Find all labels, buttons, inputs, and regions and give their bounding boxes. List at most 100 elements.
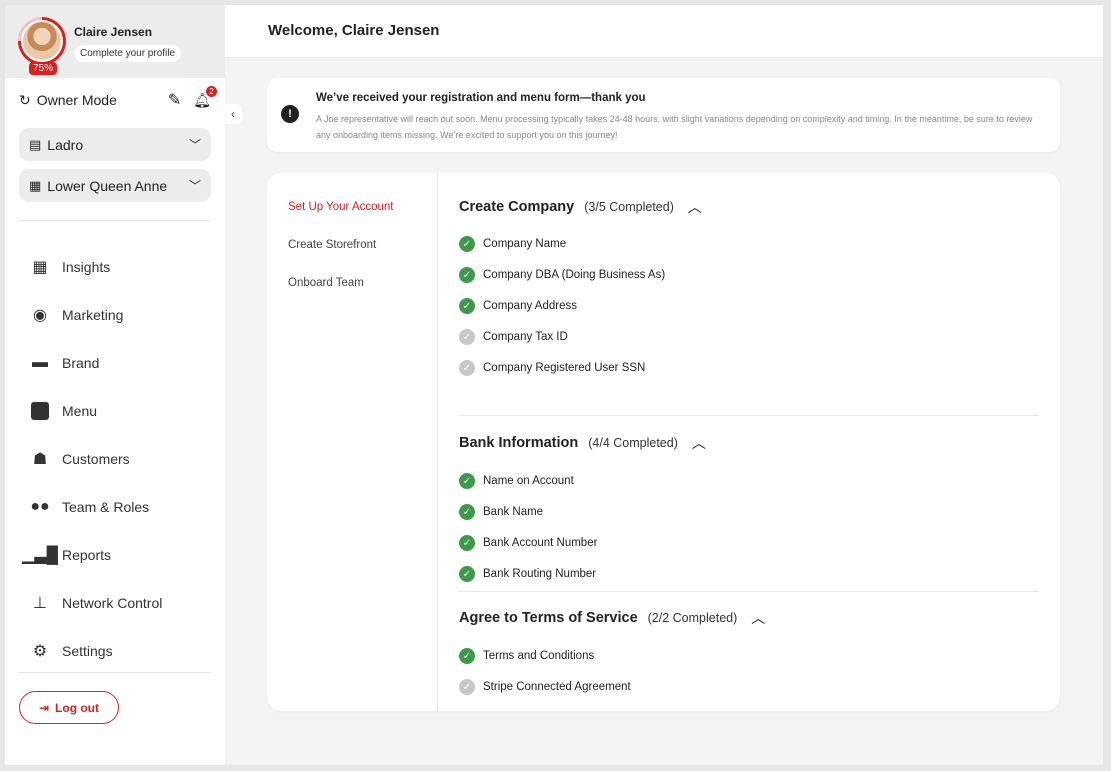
- checklist-item[interactable]: ✓ Bank Routing Number: [459, 566, 596, 582]
- profile-completion-badge: 75%: [29, 62, 58, 75]
- alert-icon: !: [281, 105, 299, 123]
- switch-mode-icon[interactable]: ↻: [19, 92, 31, 109]
- logout-label: Log out: [55, 700, 100, 715]
- onboarding-steps: Set Up Your Account Create Storefront On…: [267, 173, 438, 711]
- company-select[interactable]: ▤ Ladro ﹀: [19, 128, 211, 161]
- team-icon: ●●: [30, 498, 50, 515]
- checklist-item[interactable]: ✓ Company Address: [459, 298, 577, 314]
- sidebar-item-label: Settings: [62, 643, 113, 659]
- checklist-item[interactable]: ✓ Company DBA (Doing Business As): [459, 267, 665, 283]
- checklist-item-label: Bank Account Number: [483, 537, 598, 549]
- check-circle-icon: ✓: [459, 566, 475, 582]
- topbar: Welcome, Claire Jensen: [225, 5, 1103, 58]
- chevron-up-icon[interactable]: ︿: [751, 608, 765, 628]
- chevron-up-icon[interactable]: ︿: [692, 433, 706, 453]
- sidebar-item-network-control[interactable]: ⊥ Network Control: [19, 579, 211, 627]
- sidebar-item-settings[interactable]: ⚙ Settings: [19, 627, 211, 675]
- profile-card[interactable]: 75% Claire Jensen Complete your profile: [5, 5, 225, 78]
- step-create-storefront[interactable]: Create Storefront: [288, 239, 376, 251]
- edit-icon[interactable]: ✎: [168, 90, 181, 110]
- check-circle-icon: ✓: [459, 679, 475, 695]
- mode-row: ↻ Owner Mode ✎ 🔔︎ 2: [19, 85, 217, 111]
- sidebar-item-customers[interactable]: ☗ Customers: [19, 435, 211, 483]
- sidebar-item-label: Reports: [62, 547, 112, 563]
- checklist-item[interactable]: ✓ Company Tax ID: [459, 329, 568, 345]
- complete-profile-link[interactable]: Complete your profile: [74, 45, 182, 62]
- check-circle-icon: ✓: [459, 236, 475, 252]
- check-circle-icon: ✓: [459, 360, 475, 376]
- sidebar-divider: [19, 672, 211, 673]
- sidebar-item-reports[interactable]: ▁▃█ Reports: [19, 531, 211, 579]
- location-select-value: Lower Queen Anne: [47, 177, 168, 194]
- checklist-item-label: Name on Account: [483, 475, 574, 487]
- building-icon: ▤: [29, 136, 42, 152]
- reports-icon: ▁▃█: [22, 547, 58, 564]
- sidebar-item-team-roles[interactable]: ●● Team & Roles: [19, 483, 211, 531]
- collapse-sidebar-button[interactable]: ‹: [224, 104, 242, 124]
- chevron-down-icon: ﹀: [188, 138, 201, 152]
- section-terms-of-service[interactable]: Agree to Terms of Service (2/2 Completed…: [459, 608, 765, 628]
- step-set-up-account[interactable]: Set Up Your Account: [288, 201, 394, 213]
- section-divider: [459, 591, 1039, 592]
- section-progress: (3/5 Completed): [584, 200, 674, 214]
- checklist-item-label: Company Address: [483, 300, 577, 312]
- notifications-button[interactable]: 🔔︎ 2: [193, 85, 217, 109]
- chevron-up-icon[interactable]: ︿: [688, 197, 702, 217]
- checklist-item[interactable]: ✓ Terms and Conditions: [459, 648, 594, 664]
- section-title: Bank Information: [459, 435, 579, 451]
- notice-title: We’ve received your registration and men…: [316, 92, 646, 104]
- sidebar-item-insights[interactable]: ▦ Insights: [19, 243, 211, 291]
- settings-icon: ⚙: [32, 643, 48, 660]
- logout-button[interactable]: ⇥ Log out: [19, 691, 119, 724]
- section-title: Create Company: [459, 199, 575, 215]
- step-onboard-team[interactable]: Onboard Team: [288, 277, 364, 289]
- checklist-item[interactable]: ✓ Company Registered User SSN: [459, 360, 645, 376]
- sidebar-item-menu[interactable]: Menu: [19, 387, 211, 435]
- checklist-item[interactable]: ✓ Bank Name: [459, 504, 543, 520]
- checklist-item-label: Company DBA (Doing Business As): [483, 269, 666, 281]
- checklist-item-label: Bank Name: [483, 506, 544, 518]
- checklist-item-label: Company Tax ID: [483, 331, 568, 343]
- sidebar-item-label: Marketing: [62, 307, 124, 323]
- mode-label: Owner Mode: [36, 92, 117, 108]
- checklist-item-label: Company Name: [483, 238, 567, 250]
- page-title: Welcome, Claire Jensen: [268, 22, 440, 39]
- checklist-item[interactable]: ✓ Stripe Connected Agreement: [459, 679, 631, 695]
- check-circle-icon: ✓: [459, 504, 475, 520]
- location-select[interactable]: ▦ Lower Queen Anne ﹀: [19, 169, 211, 202]
- network-icon: ⊥: [33, 595, 47, 612]
- check-circle-icon: ✓: [459, 298, 475, 314]
- brand-icon: ▬: [32, 354, 48, 371]
- section-progress: (2/2 Completed): [647, 611, 738, 625]
- sidebar-item-brand[interactable]: ▬ Brand: [19, 339, 211, 387]
- checklist-item-label: Bank Routing Number: [483, 568, 597, 580]
- checklist-item[interactable]: ✓ Name on Account: [459, 473, 574, 489]
- menu-icon: [29, 400, 51, 422]
- app-frame: 75% Claire Jensen Complete your profile …: [5, 5, 1103, 765]
- marketing-icon: ◉: [33, 307, 47, 324]
- checklist-item[interactable]: ✓ Company Name: [459, 236, 566, 252]
- customers-icon: ☗: [32, 451, 48, 468]
- sidebar-item-label: Team & Roles: [62, 499, 150, 515]
- sidebar-item-label: Network Control: [62, 595, 163, 611]
- sidebar-divider: [19, 220, 211, 221]
- section-bank-information[interactable]: Bank Information (4/4 Completed) ︿: [459, 433, 706, 453]
- chevron-left-icon: ‹: [231, 107, 235, 121]
- sidebar-item-marketing[interactable]: ◉ Marketing: [19, 291, 211, 339]
- checklist-item-label: Stripe Connected Agreement: [483, 681, 631, 693]
- registration-notice: ! We’ve received your registration and m…: [267, 78, 1060, 152]
- check-circle-icon: ✓: [459, 535, 475, 551]
- checklist-item[interactable]: ✓ Bank Account Number: [459, 535, 597, 551]
- insights-icon: ▦: [32, 259, 48, 276]
- avatar[interactable]: [21, 20, 63, 62]
- check-circle-icon: ✓: [459, 267, 475, 283]
- profile-progress-ring: [18, 17, 66, 65]
- store-icon: ▦: [29, 177, 42, 193]
- notification-count: 2: [206, 85, 217, 97]
- check-circle-icon: ✓: [459, 329, 475, 345]
- company-select-value: Ladro: [47, 136, 84, 153]
- sidebar-item-label: Insights: [62, 259, 111, 275]
- sidebar: 75% Claire Jensen Complete your profile …: [5, 5, 225, 765]
- section-create-company[interactable]: Create Company (3/5 Completed) ︿: [459, 197, 702, 217]
- sidebar-nav: ▦ Insights ◉ Marketing ▬ Brand Menu ☗ Cu…: [19, 243, 211, 675]
